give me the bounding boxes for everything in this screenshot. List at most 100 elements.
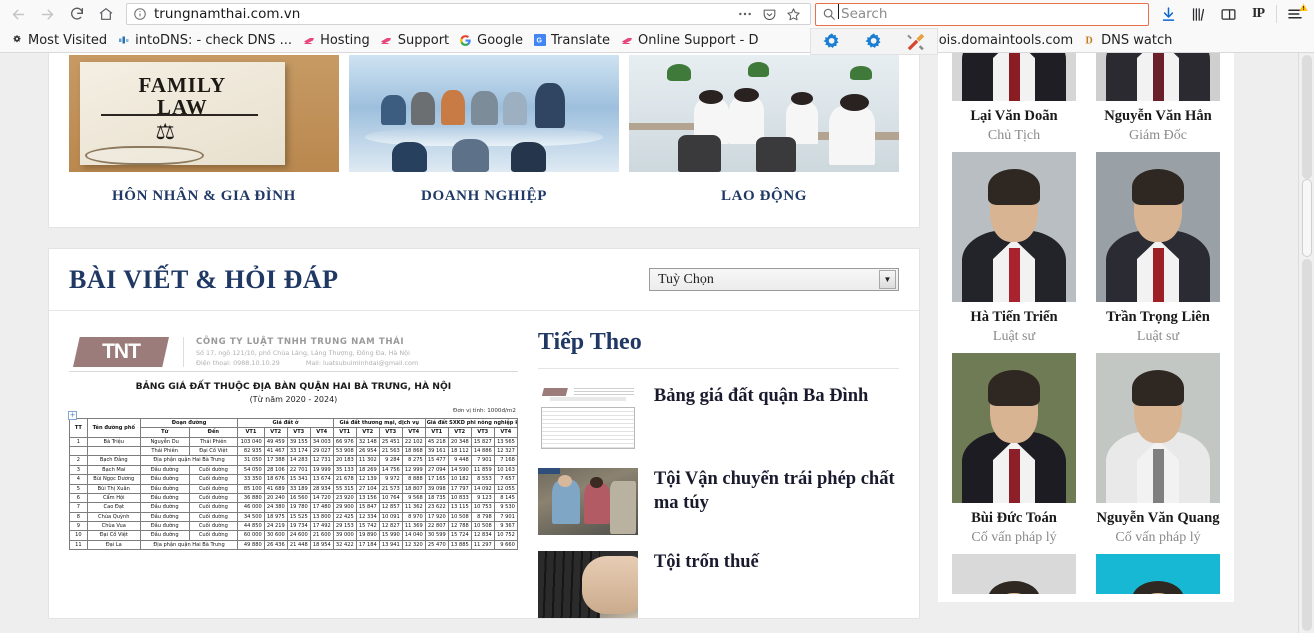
- table-cell: 66 976: [332, 436, 357, 448]
- bookmark-intodns[interactable]: intoDNS: - check DNS ...: [112, 30, 297, 51]
- expand-table-icon[interactable]: +: [68, 411, 77, 420]
- library-icon[interactable]: [1183, 2, 1213, 26]
- bookmark-most-visited[interactable]: Most Visited: [5, 30, 112, 51]
- staff-card[interactable]: Lại Văn Doãn Chủ Tịch: [942, 53, 1086, 152]
- search-icon: [823, 8, 835, 20]
- scrollbar-track-lower[interactable]: [1302, 259, 1312, 631]
- th-vt: VT1: [424, 427, 449, 438]
- search-bar[interactable]: Search: [815, 2, 1149, 26]
- staff-role: Cố vấn pháp lý: [1115, 530, 1201, 545]
- portrait-photo: [1096, 53, 1220, 101]
- staff-card[interactable]: Bùi Đức Toán Cố vấn pháp lý: [942, 353, 1086, 554]
- translate-icon: G: [533, 34, 546, 47]
- table-row: 3 Bạch Mai Đầu đường Cuối đường 54 050 28 106…: [69, 464, 518, 476]
- table-cell: 10 163: [493, 464, 518, 476]
- table-cell: 7: [69, 502, 88, 513]
- list-item[interactable]: Tội trốn thuế: [537, 535, 899, 618]
- category-item-labour[interactable]: LAO ĐỘNG: [629, 55, 899, 227]
- bookmark-translate[interactable]: G Translate: [528, 30, 615, 51]
- bookmark-google[interactable]: Google: [454, 30, 528, 51]
- chevron-down-icon[interactable]: ▼: [879, 270, 896, 289]
- table-cell: 12 788: [447, 520, 472, 532]
- category-item-business[interactable]: DOANH NGHIỆP: [349, 55, 619, 227]
- table-cell: 22 701: [286, 464, 311, 476]
- staff-card[interactable]: Hà Tiến Triển Luật sư: [942, 152, 1086, 353]
- tnt-logo: TNT: [73, 337, 169, 367]
- staff-card[interactable]: [1086, 554, 1230, 602]
- ip-extension-icon[interactable]: IP: [1243, 2, 1273, 26]
- table-cell: 18 676: [263, 474, 288, 485]
- table-cell: 7 901: [470, 455, 495, 466]
- bookmark-hosting[interactable]: Hosting: [297, 30, 375, 51]
- table-cell: 17 184: [355, 539, 380, 551]
- table-cell: 4: [69, 474, 88, 485]
- portrait-photo: [952, 152, 1076, 302]
- tools-icon[interactable]: [905, 31, 927, 53]
- company-phone: Điện thoại: 0988.10.10.29: [196, 359, 280, 367]
- browser-window: trungnamthai.com.vn Search IP Most Visit…: [0, 0, 1314, 633]
- table-cell: Bà Triệu: [86, 436, 141, 448]
- document-preview-column[interactable]: TNT CÔNG TY LUẬT TNHH TRUNG NAM THÁI Số …: [49, 329, 528, 618]
- gear-blue-icon[interactable]: [821, 31, 843, 53]
- scrollbar-track-upper[interactable]: [1302, 55, 1312, 179]
- staff-name: Bùi Đức Toán: [971, 510, 1057, 526]
- forward-button[interactable]: [33, 2, 62, 26]
- back-button[interactable]: [4, 2, 33, 26]
- download-icon[interactable]: [1153, 2, 1183, 26]
- bookmarks-bar: Most Visited intoDNS: - check DNS ... Ho…: [0, 28, 1314, 53]
- bookmark-dns-watch[interactable]: D DNS watch: [1078, 30, 1177, 51]
- options-select[interactable]: Tuỳ Chọn ▼: [649, 268, 899, 291]
- company-address: Số 17, ngõ 121/10, phố Chùa Láng, Láng T…: [196, 349, 410, 357]
- scrollbar-thumb[interactable]: [1302, 179, 1312, 257]
- table-cell: Đầu đường: [139, 511, 190, 522]
- pocket-icon[interactable]: [758, 4, 780, 24]
- table-cell: 8 888: [401, 474, 426, 485]
- table-row: 4 Bùi Ngọc Dương Đầu đường Cuối đường 33 350…: [69, 474, 518, 485]
- table-cell: 18 269: [355, 464, 380, 476]
- staff-card[interactable]: [942, 554, 1086, 602]
- address-bar[interactable]: trungnamthai.com.vn: [126, 3, 811, 25]
- extension-popup-panel: [810, 28, 938, 55]
- bookmark-online-support[interactable]: Online Support - D: [615, 30, 763, 51]
- table-row: 9 Chùa Vua Đầu đường Cuối đường 44 850 24 219…: [69, 520, 518, 532]
- category-item-family[interactable]: FAMILY LAW ⚖ HÔN NHÂN & GIA ĐÌNH: [69, 55, 339, 227]
- home-button[interactable]: [91, 2, 120, 26]
- staff-card[interactable]: Nguyễn Văn Quang Cố vấn pháp lý: [1086, 353, 1230, 554]
- table-cell: 13 565: [493, 436, 518, 448]
- table-cell: 17 388: [263, 455, 288, 466]
- th-vt: VT3: [286, 427, 311, 438]
- back-arrow-icon: [12, 9, 25, 19]
- th-production-price: Giá đất SXKD phi nông nghiệp không phải …: [424, 417, 518, 429]
- articles-section-header: BÀI VIẾT & HỎI ĐÁP Tuỳ Chọn ▼: [49, 249, 919, 311]
- list-item[interactable]: Bảng giá đất quận Ba Đình: [537, 369, 899, 452]
- table-cell: Nguyễn Du: [139, 436, 190, 448]
- gear-blue-icon[interactable]: [863, 31, 885, 53]
- th-vt: VT3: [470, 427, 495, 438]
- next-section-title: Tiếp Theo: [537, 329, 899, 369]
- table-cell: 21 563: [378, 446, 403, 457]
- table-cell: 8 970: [401, 511, 426, 522]
- url-text: trungnamthai.com.vn: [154, 6, 301, 22]
- page-scrollbar[interactable]: [1298, 53, 1314, 633]
- table-row: 10 Đại Cồ Việt Đầu đường Cuối đường 60 000 30…: [69, 530, 518, 541]
- table-cell: 15 742: [355, 520, 380, 532]
- page-actions-icon[interactable]: [734, 4, 756, 24]
- office-workers-photo: [629, 55, 899, 172]
- bookmark-support[interactable]: Support: [375, 30, 454, 51]
- sidebar-icon[interactable]: [1213, 2, 1243, 26]
- support-icon: [380, 34, 393, 47]
- table-cell: 20 183: [332, 455, 357, 466]
- staff-role: Giám Đốc: [1129, 128, 1187, 143]
- table-row: Thái Phiên Đại Cồ Việt 82 935 41 467 33 174 2…: [69, 446, 518, 457]
- table-cell: 15 990: [378, 530, 403, 541]
- staff-name: Lại Văn Doãn: [970, 108, 1058, 124]
- table-cell: 60 000: [237, 530, 265, 541]
- staff-card[interactable]: Trần Trọng Liên Luật sư: [1086, 152, 1230, 353]
- hamburger-menu-icon[interactable]: [1280, 2, 1310, 26]
- list-item[interactable]: Tội Vận chuyển trái phép chất ma túy: [537, 452, 899, 535]
- staff-name: Trần Trọng Liên: [1106, 309, 1210, 325]
- reload-button[interactable]: [62, 2, 91, 26]
- table-cell: 14 040: [401, 530, 426, 541]
- bookmark-star-icon[interactable]: [782, 4, 804, 24]
- staff-card[interactable]: Nguyễn Văn Hẳn Giám Đốc: [1086, 53, 1230, 152]
